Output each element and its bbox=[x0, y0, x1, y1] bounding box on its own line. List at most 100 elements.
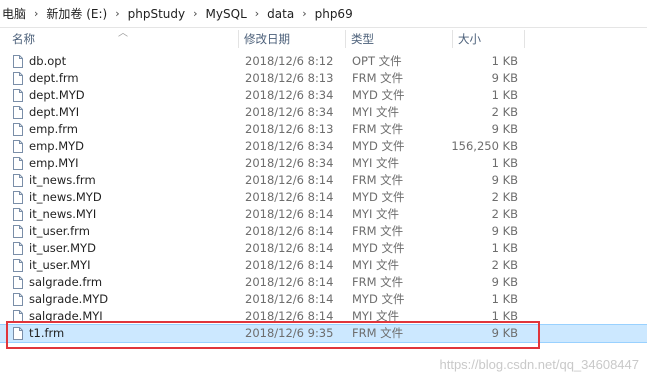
chevron-right-icon: › bbox=[193, 7, 198, 20]
file-size: 9 KB bbox=[491, 326, 518, 340]
file-size: 2 KB bbox=[491, 258, 518, 272]
file-row[interactable]: emp.MYD 2018/12/6 8:34 MYD 文件 156,250 KB bbox=[0, 138, 647, 155]
file-icon bbox=[13, 123, 23, 136]
file-name: dept.MYI bbox=[29, 105, 80, 119]
file-name: it_user.MYD bbox=[29, 241, 96, 255]
file-icon bbox=[13, 174, 23, 187]
file-name: emp.frm bbox=[29, 122, 79, 136]
file-row[interactable]: emp.frm 2018/12/6 8:13 FRM 文件 9 KB bbox=[0, 121, 647, 138]
breadcrumb-item[interactable]: 电脑 bbox=[0, 5, 28, 22]
column-name[interactable]: 名称 bbox=[12, 28, 35, 50]
file-size: 1 KB bbox=[491, 292, 518, 306]
breadcrumb-item[interactable]: 新加卷 (E:) bbox=[44, 5, 109, 22]
file-size: 1 KB bbox=[491, 88, 518, 102]
file-date: 2018/12/6 8:34 bbox=[245, 139, 334, 153]
file-name: it_news.frm bbox=[29, 173, 96, 187]
file-icon bbox=[13, 242, 23, 255]
file-row[interactable]: emp.MYI 2018/12/6 8:34 MYI 文件 1 KB bbox=[0, 155, 647, 172]
file-date: 2018/12/6 8:34 bbox=[245, 88, 334, 102]
column-type[interactable]: 类型 bbox=[351, 28, 374, 50]
file-name: emp.MYD bbox=[29, 139, 85, 153]
watermark: https://blog.csdn.net/qq_34608447 bbox=[439, 357, 640, 372]
file-date: 2018/12/6 8:14 bbox=[245, 190, 334, 204]
column-date[interactable]: 修改日期 bbox=[244, 28, 290, 50]
breadcrumb-item[interactable]: data bbox=[265, 7, 296, 21]
file-size: 9 KB bbox=[491, 224, 518, 238]
file-row[interactable]: dept.frm 2018/12/6 8:13 FRM 文件 9 KB bbox=[0, 70, 647, 87]
file-row[interactable]: it_news.MYD 2018/12/6 8:14 MYD 文件 2 KB bbox=[0, 189, 647, 206]
file-row[interactable]: it_user.frm 2018/12/6 8:14 FRM 文件 9 KB bbox=[0, 223, 647, 240]
file-date: 2018/12/6 8:14 bbox=[245, 207, 334, 221]
file-size: 2 KB bbox=[491, 105, 518, 119]
file-type: MYI 文件 bbox=[352, 207, 399, 221]
file-type: MYD 文件 bbox=[352, 139, 405, 153]
file-type: FRM 文件 bbox=[352, 275, 404, 289]
file-row[interactable]: dept.MYD 2018/12/6 8:34 MYD 文件 1 KB bbox=[0, 87, 647, 104]
file-type: MYI 文件 bbox=[352, 156, 399, 170]
column-divider[interactable] bbox=[452, 30, 453, 48]
file-name: it_news.MYD bbox=[29, 190, 102, 204]
file-type: MYI 文件 bbox=[352, 309, 399, 323]
file-row[interactable]: salgrade.frm 2018/12/6 8:14 FRM 文件 9 KB bbox=[0, 274, 647, 291]
file-size: 9 KB bbox=[491, 122, 518, 136]
file-name: db.opt bbox=[29, 54, 67, 68]
breadcrumb-item[interactable]: phpStudy bbox=[126, 7, 188, 21]
file-icon bbox=[13, 89, 23, 102]
file-date: 2018/12/6 8:14 bbox=[245, 224, 334, 238]
file-date: 2018/12/6 8:14 bbox=[245, 241, 334, 255]
breadcrumb-item[interactable]: MySQL bbox=[204, 7, 249, 21]
file-type: FRM 文件 bbox=[352, 173, 404, 187]
file-row[interactable]: it_user.MYI 2018/12/6 8:14 MYI 文件 2 KB bbox=[0, 257, 647, 274]
file-row[interactable]: it_news.frm 2018/12/6 8:14 FRM 文件 9 KB bbox=[0, 172, 647, 189]
file-date: 2018/12/6 9:35 bbox=[245, 326, 334, 340]
file-name: it_user.frm bbox=[29, 224, 90, 238]
file-icon bbox=[13, 191, 23, 204]
file-size: 1 KB bbox=[491, 54, 518, 68]
column-divider[interactable] bbox=[345, 30, 346, 48]
file-icon bbox=[13, 327, 23, 340]
file-icon bbox=[13, 276, 23, 289]
file-type: OPT 文件 bbox=[352, 54, 402, 68]
chevron-right-icon: › bbox=[34, 7, 39, 20]
file-icon bbox=[13, 259, 23, 272]
file-date: 2018/12/6 8:14 bbox=[245, 309, 334, 323]
file-date: 2018/12/6 8:34 bbox=[245, 156, 334, 170]
file-date: 2018/12/6 8:12 bbox=[245, 54, 334, 68]
file-size: 2 KB bbox=[491, 207, 518, 221]
file-row[interactable]: it_user.MYD 2018/12/6 8:14 MYD 文件 1 KB bbox=[0, 240, 647, 257]
column-size[interactable]: 大小 bbox=[458, 28, 481, 50]
file-date: 2018/12/6 8:13 bbox=[245, 71, 334, 85]
file-size: 9 KB bbox=[491, 173, 518, 187]
file-icon bbox=[13, 106, 23, 119]
breadcrumb-item[interactable]: php69 bbox=[313, 7, 355, 21]
file-date: 2018/12/6 8:14 bbox=[245, 275, 334, 289]
file-icon bbox=[13, 225, 23, 238]
breadcrumb: 电脑 › 新加卷 (E:) › phpStudy › MySQL › data … bbox=[0, 0, 647, 28]
file-list: db.opt 2018/12/6 8:12 OPT 文件 1 KB dept.frm 20… bbox=[0, 53, 647, 343]
file-type: FRM 文件 bbox=[352, 122, 404, 136]
file-icon bbox=[13, 293, 23, 306]
file-size: 1 KB bbox=[491, 309, 518, 323]
chevron-right-icon: › bbox=[115, 7, 120, 20]
file-type: MYI 文件 bbox=[352, 105, 399, 119]
column-divider[interactable] bbox=[524, 30, 525, 48]
file-size: 2 KB bbox=[491, 190, 518, 204]
file-icon bbox=[13, 310, 23, 323]
file-row[interactable]: dept.MYI 2018/12/6 8:34 MYI 文件 2 KB bbox=[0, 104, 647, 121]
file-date: 2018/12/6 8:13 bbox=[245, 122, 334, 136]
file-name: dept.frm bbox=[29, 71, 79, 85]
file-date: 2018/12/6 8:14 bbox=[245, 258, 334, 272]
file-type: FRM 文件 bbox=[352, 224, 404, 238]
file-row[interactable]: it_news.MYI 2018/12/6 8:14 MYI 文件 2 KB bbox=[0, 206, 647, 223]
file-icon bbox=[13, 140, 23, 153]
file-row[interactable]: t1.frm 2018/12/6 9:35 FRM 文件 9 KB bbox=[0, 324, 647, 343]
file-type: MYD 文件 bbox=[352, 241, 405, 255]
file-row[interactable]: db.opt 2018/12/6 8:12 OPT 文件 1 KB bbox=[0, 53, 647, 70]
file-name: emp.MYI bbox=[29, 156, 79, 170]
file-row[interactable]: salgrade.MYD 2018/12/6 8:14 MYD 文件 1 KB bbox=[0, 291, 647, 308]
column-divider[interactable] bbox=[238, 30, 239, 48]
file-type: MYI 文件 bbox=[352, 258, 399, 272]
file-row[interactable]: salgrade.MYI 2018/12/6 8:14 MYI 文件 1 KB bbox=[0, 308, 647, 325]
file-size: 9 KB bbox=[491, 71, 518, 85]
chevron-right-icon: › bbox=[254, 7, 260, 20]
